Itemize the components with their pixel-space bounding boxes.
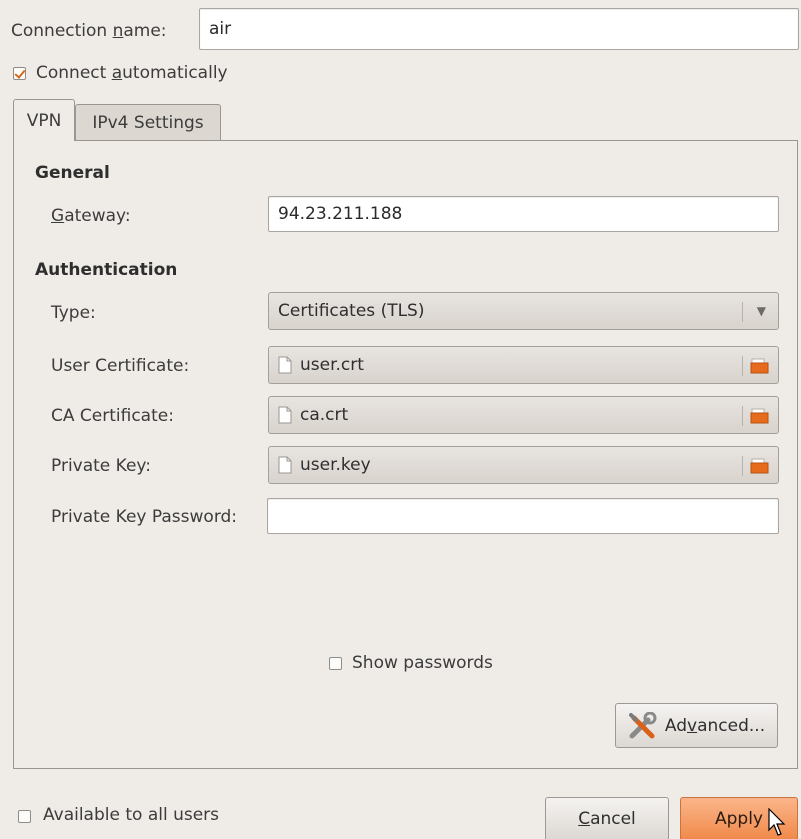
user-certificate-value: user.crt (300, 355, 364, 375)
show-passwords-checkbox[interactable] (329, 657, 342, 670)
folder-open-icon (750, 408, 769, 424)
advanced-button-label: Advanced... (664, 715, 766, 736)
cancel-button[interactable]: Cancel (545, 797, 669, 839)
auth-type-select[interactable]: Certificates (TLS) ▼ (268, 292, 779, 330)
ca-certificate-value: ca.crt (300, 405, 349, 425)
connection-name-label: Connection name: (11, 21, 167, 41)
private-key-password-label: Private Key Password: (51, 507, 238, 527)
folder-open-icon (750, 458, 769, 474)
user-certificate-chooser[interactable]: user.crt (268, 346, 779, 384)
private-key-label: Private Key: (51, 456, 151, 476)
connection-name-value: air (209, 19, 232, 39)
tab-vpn[interactable]: VPN (13, 99, 75, 141)
cancel-button-label: Cancel (578, 808, 636, 829)
tab-ipv4-label: IPv4 Settings (92, 113, 204, 133)
file-icon (278, 356, 292, 374)
type-label: Type: (51, 303, 96, 323)
mouse-cursor-icon (768, 808, 786, 836)
gateway-label: Gateway: (51, 206, 131, 226)
ca-certificate-chooser[interactable]: ca.crt (268, 396, 779, 434)
user-certificate-label: User Certificate: (51, 356, 190, 376)
file-icon (278, 456, 292, 474)
file-icon (278, 406, 292, 424)
combo-separator (742, 456, 743, 476)
auth-type-value: Certificates (TLS) (278, 301, 425, 321)
apply-button-label: Apply (715, 808, 763, 829)
gateway-input[interactable]: 94.23.211.188 (268, 196, 779, 232)
private-key-value: user.key (300, 455, 371, 475)
private-key-chooser[interactable]: user.key (268, 446, 779, 484)
private-key-password-input[interactable] (267, 498, 779, 534)
combo-separator (742, 356, 743, 376)
combo-separator (742, 406, 743, 426)
dropdown-arrow-icon: ▼ (756, 304, 766, 318)
connection-name-input[interactable]: air (199, 8, 799, 50)
connect-automatically-checkbox[interactable] (13, 67, 26, 80)
connect-automatically-label[interactable]: Connect automatically (36, 62, 228, 84)
authentication-heading: Authentication (35, 260, 178, 280)
folder-open-icon (750, 358, 769, 374)
tab-vpn-label: VPN (26, 110, 62, 131)
advanced-button[interactable]: Advanced... (615, 703, 778, 748)
combo-separator (742, 302, 743, 322)
tools-icon (628, 711, 657, 738)
tab-ipv4-settings[interactable]: IPv4 Settings (75, 104, 221, 141)
show-passwords-label[interactable]: Show passwords (352, 652, 493, 674)
gateway-value: 94.23.211.188 (278, 204, 403, 224)
ca-certificate-label: CA Certificate: (51, 406, 174, 426)
general-heading: General (35, 163, 110, 183)
available-to-all-users-label[interactable]: Available to all users (43, 804, 219, 826)
available-to-all-users-checkbox[interactable] (18, 810, 31, 823)
